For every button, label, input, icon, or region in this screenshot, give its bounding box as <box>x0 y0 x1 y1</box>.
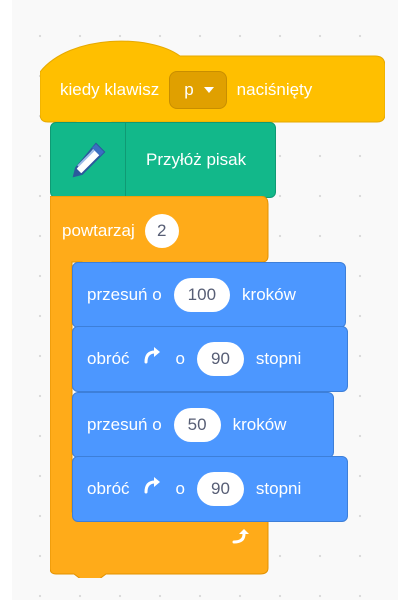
steps-suffix-label: kroków <box>242 285 296 304</box>
turn-mid-label: o <box>175 479 185 498</box>
chevron-down-icon <box>203 87 214 93</box>
pen-icon <box>51 123 126 197</box>
steps-input[interactable]: 100 <box>173 278 231 312</box>
steps-input[interactable]: 50 <box>173 408 221 442</box>
degrees-suffix-label: stopni <box>255 349 302 368</box>
move-steps-block[interactable]: przesuń o 100 kroków <box>72 262 346 328</box>
steps-suffix-label: kroków <box>232 415 287 434</box>
repeat-count-input[interactable]: 2 <box>144 214 179 248</box>
turn-degrees-block[interactable]: obróć o 90 stopni <box>72 326 348 392</box>
when-key-pressed-block[interactable]: kiedy klawisz p naciśnięty <box>40 34 385 124</box>
degrees-input[interactable]: 90 <box>197 342 244 376</box>
move-prefix-label: przesuń o <box>87 285 162 304</box>
turn-prefix-label: obróć <box>87 479 130 498</box>
turn-degrees-block[interactable]: obróć o 90 stopni <box>72 456 348 522</box>
degrees-input[interactable]: 90 <box>197 472 244 506</box>
move-steps-block[interactable]: przesuń o 50 kroków <box>72 392 334 458</box>
turn-mid-label: o <box>175 349 185 368</box>
pressed-label: naciśnięty <box>236 80 313 99</box>
turn-prefix-label: obróć <box>87 349 130 368</box>
when-key-label: kiedy klawisz <box>60 80 160 99</box>
rotate-clockwise-icon <box>142 346 164 373</box>
pen-down-block[interactable]: Przyłóż pisak <box>50 122 276 198</box>
rotate-clockwise-icon <box>142 476 164 503</box>
key-dropdown[interactable]: p <box>169 71 227 109</box>
degrees-suffix-label: stopni <box>255 479 302 498</box>
repeat-label: powtarzaj <box>62 221 135 240</box>
key-dropdown-value: p <box>184 80 194 99</box>
move-prefix-label: przesuń o <box>87 415 162 434</box>
pen-down-label: Przyłóż pisak <box>146 150 247 169</box>
